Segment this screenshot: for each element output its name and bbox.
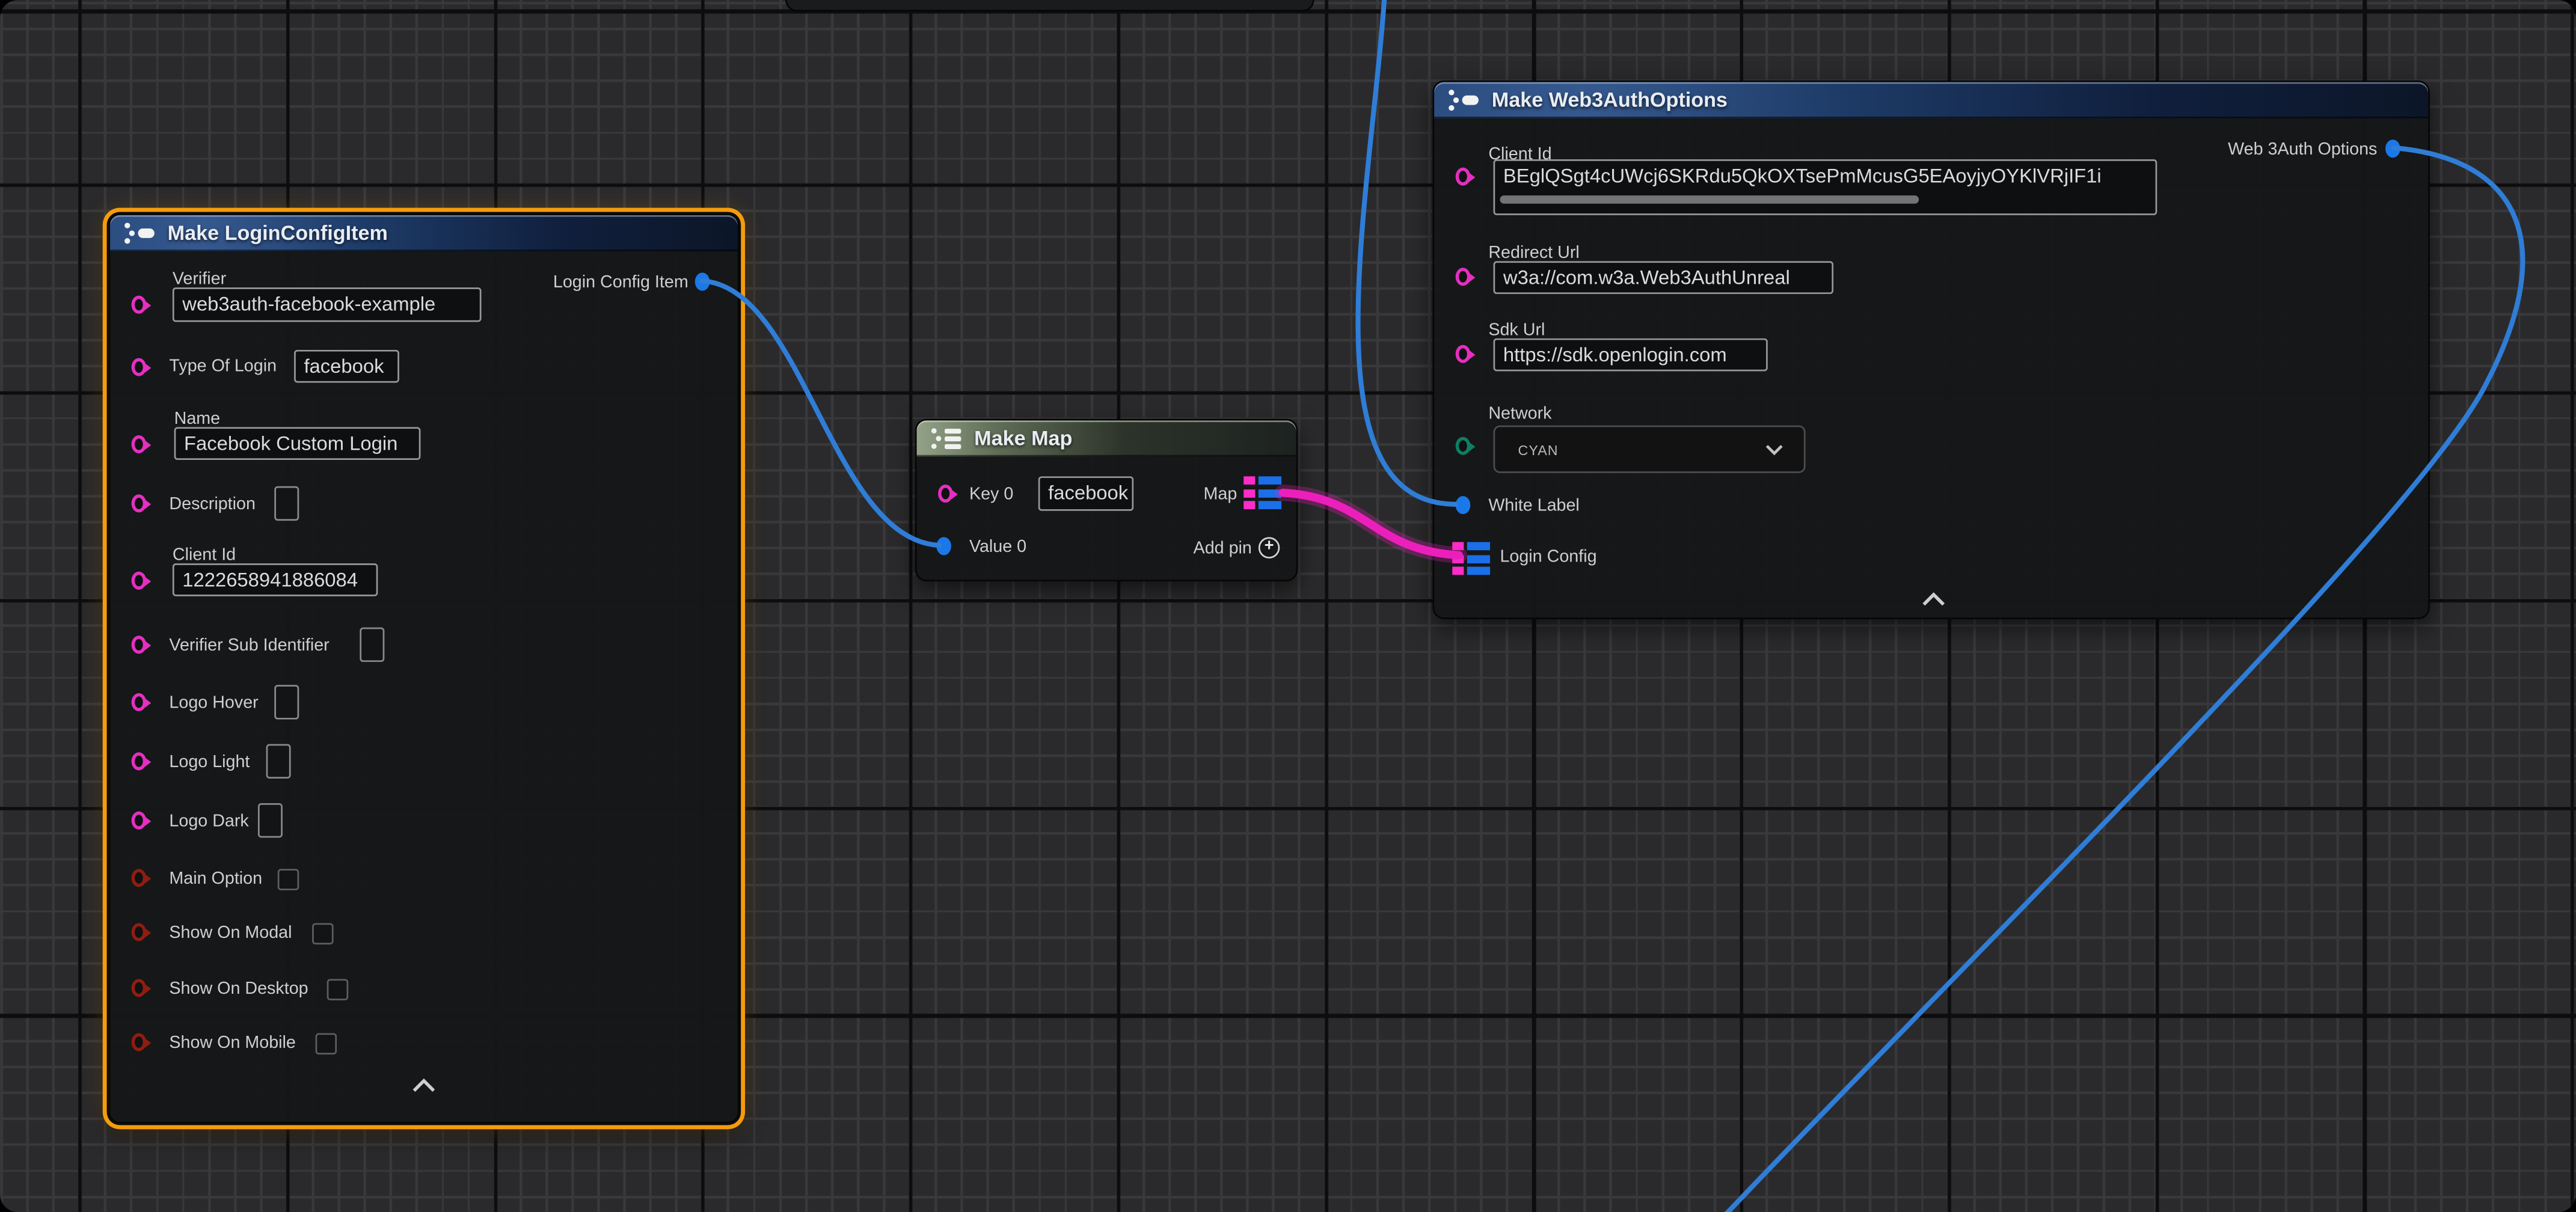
type-of-login-input[interactable]: facebook	[294, 350, 399, 383]
logo-dark-input[interactable]	[258, 803, 283, 837]
pin-logo-dark[interactable]	[132, 812, 147, 830]
graph-canvas[interactable]: Make LoginConfigItem Login Config Item V…	[0, 0, 2576, 1212]
client-id-input[interactable]: BEglQSgt4cUWcj6SKRdu5QkOXTsePmMcusG5EAoy…	[1494, 159, 2157, 215]
pin-label: Logo Dark	[169, 812, 248, 831]
pin-description[interactable]	[132, 494, 147, 512]
pin-show-on-mobile[interactable]	[132, 1033, 147, 1051]
pin-label: White Label	[1488, 496, 1580, 516]
logo-hover-input[interactable]	[274, 685, 299, 719]
pin-label: Sdk Url	[1488, 320, 1545, 340]
pin-logo-light[interactable]	[132, 752, 147, 770]
network-dropdown[interactable]: CYAN	[1494, 426, 1806, 473]
logo-light-input[interactable]	[266, 744, 291, 779]
pin-verifier-sub-identifier[interactable]	[132, 635, 147, 653]
pin-label: Network	[1488, 404, 1551, 424]
output-label: Login Config Item	[553, 273, 688, 293]
pin-label: Logo Light	[169, 752, 250, 772]
node-title: Make Web3AuthOptions	[1492, 89, 1728, 112]
verifier-sub-identifier-input[interactable]	[360, 628, 384, 662]
pin-label: Main Option	[169, 869, 262, 889]
pin-logo-hover[interactable]	[132, 693, 147, 711]
chevron-down-icon	[1764, 442, 1784, 456]
client-id-scrollbar-thumb[interactable]	[1500, 195, 1919, 204]
sdk-url-input[interactable]: https://sdk.openlogin.com	[1494, 338, 1768, 372]
name-input[interactable]: Facebook Custom Login	[174, 427, 421, 460]
pin-show-on-modal[interactable]	[132, 923, 147, 941]
network-dropdown-value: CYAN	[1495, 441, 1764, 458]
pin-name[interactable]	[132, 435, 147, 453]
node-title: Make Map	[974, 427, 1072, 450]
node-make-web3authoptions[interactable]: Make Web3AuthOptions Web 3Auth Options C…	[1432, 81, 2429, 619]
pin-verifier[interactable]	[132, 296, 147, 314]
pin-client-id[interactable]	[1456, 168, 1471, 186]
add-pin-label[interactable]: Add pin	[1194, 539, 1252, 559]
pin-type-of-login[interactable]	[132, 358, 147, 376]
pin-key-0[interactable]	[938, 485, 953, 503]
pin-show-on-desktop[interactable]	[132, 979, 147, 997]
pin-main-option[interactable]	[132, 869, 147, 887]
node-header[interactable]: Make Web3AuthOptions	[1434, 82, 2428, 118]
main-option-checkbox[interactable]	[278, 869, 299, 890]
pin-label: Logo Hover	[169, 693, 258, 713]
map-list-icon	[930, 427, 963, 450]
pin-label: Verifier Sub Identifier	[169, 635, 329, 655]
pin-redirect-url[interactable]	[1456, 268, 1471, 286]
make-struct-icon	[1447, 89, 1480, 112]
pin-label: Login Config	[1500, 547, 1596, 567]
key-0-input[interactable]: facebook	[1038, 476, 1133, 510]
pin-label: Description	[169, 494, 256, 514]
node-make-loginconfigitem[interactable]: Make LoginConfigItem Login Config Item V…	[108, 213, 739, 1124]
description-input[interactable]	[274, 486, 299, 521]
pin-network[interactable]	[1456, 437, 1471, 455]
make-struct-icon	[123, 222, 156, 245]
client-id-input[interactable]: 1222658941886084	[173, 563, 378, 596]
node-title: Make LoginConfigItem	[168, 222, 388, 245]
pin-label: Show On Desktop	[169, 979, 308, 999]
show-on-mobile-checkbox[interactable]	[316, 1033, 337, 1055]
pin-sdk-url[interactable]	[1456, 345, 1471, 363]
show-on-modal-checkbox[interactable]	[312, 923, 334, 944]
node-make-map[interactable]: Make Map Key 0 facebook Map Value 0 Add …	[915, 419, 1298, 581]
pin-label: Redirect Url	[1488, 243, 1579, 263]
pin-label: Value 0	[969, 537, 1026, 557]
pin-client-id[interactable]	[132, 572, 147, 590]
add-pin-plus-icon[interactable]: +	[1259, 537, 1280, 559]
pin-label: Show On Mobile	[169, 1033, 296, 1053]
pin-label: Show On Modal	[169, 923, 292, 943]
pin-label: Name	[174, 409, 221, 429]
node-header[interactable]: Make LoginConfigItem	[110, 215, 738, 251]
verifier-input[interactable]: web3auth-facebook-example	[173, 287, 482, 322]
pin-label: Client Id	[173, 545, 236, 565]
collapse-chevron-up-icon[interactable]	[411, 1077, 437, 1094]
offscreen-node-bottom-edge[interactable]	[785, 0, 1314, 11]
pin-label: Verifier	[173, 269, 226, 289]
pin-label: Type Of Login	[169, 357, 277, 376]
redirect-url-input[interactable]: w3a://com.w3a.Web3AuthUnreal	[1494, 261, 1834, 294]
pin-label: Key 0	[969, 485, 1013, 504]
node-header[interactable]: Make Map	[917, 420, 1296, 456]
output-label: Web 3Auth Options	[2228, 139, 2377, 159]
output-label: Map	[1203, 485, 1237, 504]
show-on-desktop-checkbox[interactable]	[327, 979, 349, 1000]
collapse-chevron-up-icon[interactable]	[1921, 592, 1947, 608]
